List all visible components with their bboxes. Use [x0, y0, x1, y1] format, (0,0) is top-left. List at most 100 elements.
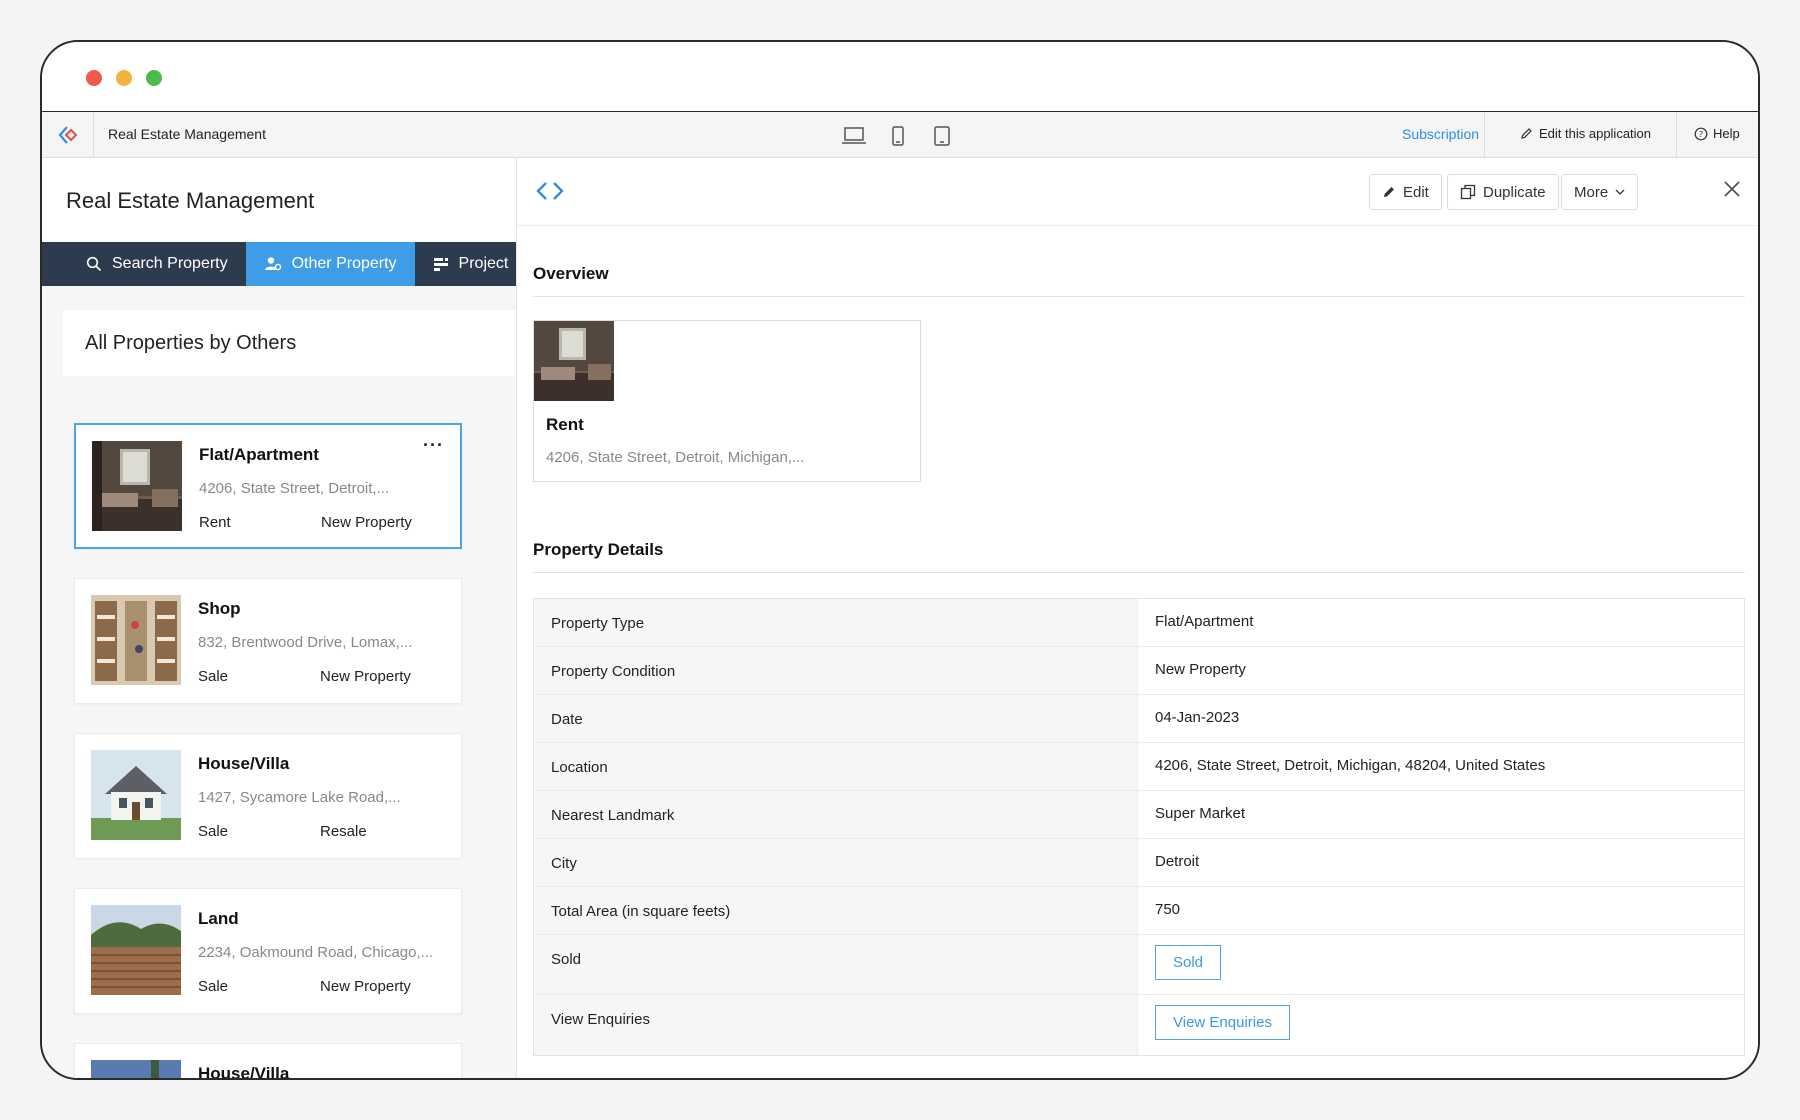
field-label: View Enquiries [534, 995, 1138, 1055]
edit-button[interactable]: Edit [1369, 174, 1442, 210]
property-card[interactable]: House/Villa [74, 1043, 462, 1078]
more-label: More [1574, 183, 1609, 201]
detail-toolbar: Edit Duplicate More [517, 158, 1758, 226]
property-card[interactable]: House/Villa 1427, Sycamore Lake Road,...… [74, 733, 462, 859]
overview-heading: Overview [533, 264, 609, 283]
field-label: Sold [534, 935, 1138, 994]
detail-row: Property Condition New Property [534, 647, 1744, 695]
property-address: 2234, Oakmound Road, Chicago,... [198, 944, 434, 961]
divider [1676, 112, 1677, 158]
mobile-icon[interactable] [882, 122, 914, 150]
property-condition: Resale [320, 823, 367, 840]
field-value: Detroit [1155, 853, 1200, 870]
left-header: Real Estate Management [42, 158, 516, 242]
subscription-link[interactable]: Subscription [1402, 126, 1479, 142]
field-label: Property Type [534, 599, 1138, 646]
minimize-window-button[interactable] [116, 70, 132, 86]
property-thumbnail [91, 1060, 181, 1078]
close-window-button[interactable] [86, 70, 102, 86]
list-header: All Properties by Others [63, 310, 516, 376]
field-value: New Property [1155, 661, 1246, 678]
tab-search-property[interactable]: Search Property [42, 242, 246, 286]
duplicate-button-label: Duplicate [1483, 183, 1546, 201]
detail-pane: Edit Duplicate More Overview Rent 4206, … [516, 158, 1758, 1078]
property-deal: Sale [198, 823, 229, 840]
view-enquiries-button[interactable]: View Enquiries [1155, 1005, 1290, 1040]
field-value: View Enquiries [1138, 995, 1744, 1055]
detail-row: View Enquiries View Enquiries [534, 995, 1744, 1055]
detail-row: Total Area (in square feets) 750 [534, 887, 1744, 935]
pencil-icon [1384, 187, 1394, 197]
property-type: Shop [198, 599, 241, 618]
detail-row: City Detroit [534, 839, 1744, 887]
detail-row: Nearest Landmark Super Market [534, 791, 1744, 839]
divider [533, 572, 1745, 573]
overview-address: 4206, State Street, Detroit, Michigan,..… [546, 449, 805, 466]
more-options-icon[interactable]: ··· [423, 435, 444, 456]
property-details-table: Property Type Flat/Apartment Property Co… [533, 598, 1745, 1056]
app-name: Real Estate Management [108, 126, 266, 142]
property-thumbnail [91, 905, 181, 995]
property-deal: Rent [199, 514, 231, 531]
edit-button-label: Edit [1403, 183, 1429, 201]
field-value: Sold [1138, 935, 1744, 994]
code-icon[interactable] [535, 180, 565, 207]
left-pane: Real Estate Management Search Property O… [42, 158, 516, 1078]
help-label: Help [1713, 126, 1740, 141]
property-type: House/Villa [198, 754, 290, 773]
duplicate-icon [1460, 184, 1476, 200]
property-address: 1427, Sycamore Lake Road,... [198, 789, 401, 806]
browser-window: Real Estate Management Subscription Edit… [40, 40, 1760, 1080]
divider [1484, 112, 1485, 158]
property-address: 832, Brentwood Drive, Lomax,... [198, 634, 413, 651]
property-card[interactable]: Flat/Apartment ··· 4206, State Street, D… [74, 423, 462, 549]
field-label: City [534, 839, 1138, 886]
property-card[interactable]: Shop 832, Brentwood Drive, Lomax,... Sal… [74, 578, 462, 704]
more-dropdown[interactable]: More [1561, 174, 1639, 210]
project-icon [433, 256, 449, 272]
edit-application-button[interactable]: Edit this application [1520, 126, 1651, 141]
overview-card[interactable]: Rent 4206, State Street, Detroit, Michig… [533, 320, 921, 482]
property-address: 4206, State Street, Detroit,... [199, 480, 390, 497]
property-type: Flat/Apartment [199, 445, 319, 464]
property-details-heading: Property Details [533, 540, 664, 559]
tab-other-property[interactable]: Other Property [245, 242, 415, 286]
field-value: Flat/Apartment [1155, 613, 1254, 630]
app-logo-icon[interactable] [42, 112, 94, 158]
field-label: Total Area (in square feets) [534, 887, 1138, 934]
list-title: All Properties by Others [85, 332, 297, 354]
property-type: Land [198, 909, 239, 928]
property-condition: New Property [320, 668, 411, 685]
edit-application-label: Edit this application [1539, 126, 1652, 141]
detail-row: Location 4206, State Street, Detroit, Mi… [534, 743, 1744, 791]
property-card[interactable]: Land 2234, Oakmound Road, Chicago,... Sa… [74, 888, 462, 1014]
close-icon[interactable] [1723, 180, 1741, 203]
property-condition: New Property [321, 514, 412, 531]
property-condition: New Property [320, 978, 411, 995]
detail-row: Date 04-Jan-2023 [534, 695, 1744, 743]
divider [533, 296, 1745, 297]
field-value: Super Market [1155, 805, 1246, 822]
tab-project[interactable]: Project [415, 242, 516, 286]
search-icon [86, 256, 102, 272]
field-label: Property Condition [534, 647, 1138, 694]
svg-text:?: ? [1699, 130, 1703, 139]
detail-row: Property Type Flat/Apartment [534, 599, 1744, 647]
property-thumbnail [91, 750, 181, 840]
property-deal: Sale [198, 978, 229, 995]
chevron-down-icon [1615, 189, 1625, 195]
maximize-window-button[interactable] [146, 70, 162, 86]
property-thumbnail [92, 441, 182, 531]
tablet-icon[interactable] [926, 122, 958, 150]
property-thumbnail [91, 595, 181, 685]
tab-label: Project [458, 255, 509, 272]
laptop-icon[interactable] [838, 122, 870, 160]
sold-button[interactable]: Sold [1155, 945, 1222, 980]
tab-label: Other Property [291, 255, 397, 272]
window-titlebar [42, 42, 1758, 112]
app-header: Real Estate Management Subscription Edit… [42, 112, 1758, 160]
property-deal: Sale [198, 668, 229, 685]
help-button[interactable]: ? Help [1694, 126, 1740, 141]
duplicate-button[interactable]: Duplicate [1447, 174, 1559, 210]
field-label: Location [534, 743, 1138, 790]
